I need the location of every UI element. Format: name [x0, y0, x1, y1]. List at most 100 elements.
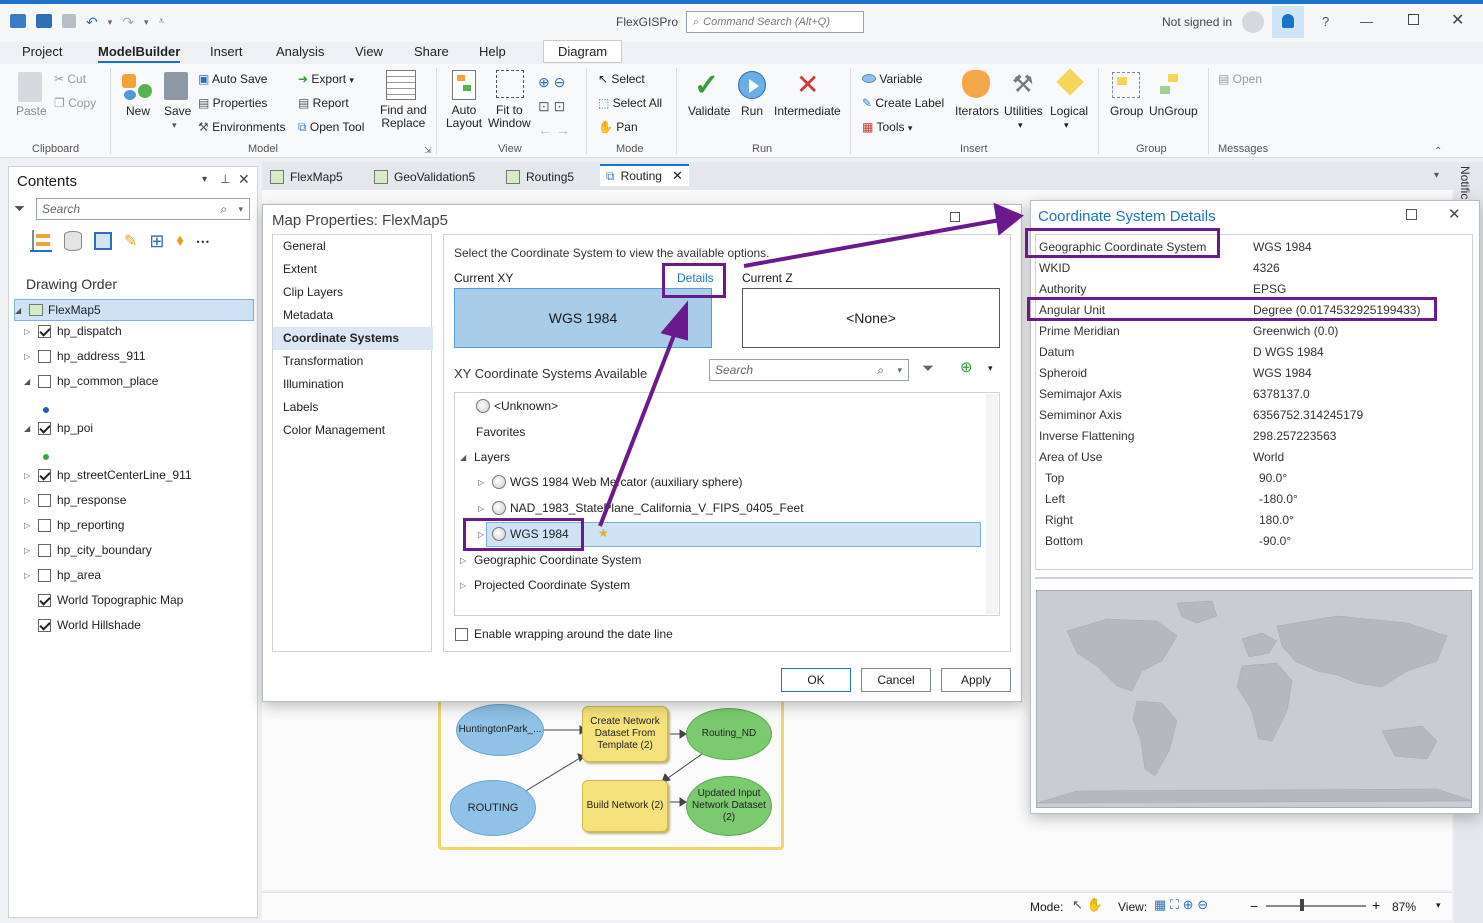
redo-icon[interactable]: ↷	[122, 14, 134, 31]
more-icon[interactable]: ⋯	[196, 233, 210, 250]
layer-row[interactable]: ▷ hp_area	[24, 568, 101, 582]
group-button[interactable]: Group	[1110, 104, 1143, 118]
close-icon[interactable]: ✕	[1448, 205, 1461, 223]
contents-search-input[interactable]: Search ⌕ ▾	[36, 198, 250, 220]
layer-row[interactable]: ▷ hp_dispatch	[24, 324, 122, 338]
chevron-down-icon[interactable]: ▾	[1436, 900, 1441, 911]
menu-project[interactable]: Project	[22, 44, 62, 59]
close-icon[interactable]: ✕	[1451, 10, 1464, 30]
nav-item[interactable]: Coordinate Systems	[273, 327, 433, 350]
menu-help[interactable]: Help	[479, 44, 506, 59]
pan-button[interactable]: ✋ Pan	[598, 120, 638, 134]
layer-row[interactable]: ▷ hp_response	[24, 493, 126, 507]
layer-visibility-checkbox[interactable]	[38, 618, 51, 632]
layer-row[interactable]: ▷ hp_reporting	[24, 518, 124, 532]
copy-button[interactable]: ❐ Copy	[54, 96, 96, 110]
label-tag-icon[interactable]: ⬧	[177, 232, 184, 250]
ungroup-button[interactable]: UnGroup	[1149, 104, 1198, 118]
validate-button[interactable]: Validate	[688, 104, 730, 118]
layer-visibility-checkbox[interactable]	[38, 493, 51, 507]
expand-toggle[interactable]: ▷	[24, 496, 34, 505]
new-project-icon[interactable]	[10, 14, 26, 28]
cs-tree-gcs[interactable]: ▷ Geographic Coordinate System	[460, 553, 641, 567]
save-icon[interactable]	[62, 14, 76, 28]
layer-visibility-checkbox[interactable]	[38, 568, 51, 582]
fit-to-window-button[interactable]: Fit to Window	[488, 104, 531, 130]
chevron-down-icon[interactable]: ▾	[202, 174, 207, 185]
model-node-updated[interactable]: Updated Input Network Dataset (2)	[686, 776, 772, 836]
wrap-dateline-checkbox[interactable]: Enable wrapping around the date line	[455, 627, 673, 641]
tab-geovalidation5[interactable]: GeoValidation5	[374, 166, 475, 188]
cancel-button[interactable]: Cancel	[861, 668, 931, 692]
database-icon[interactable]	[64, 231, 82, 251]
expand-toggle[interactable]: ▷	[24, 546, 34, 555]
layer-visibility-checkbox[interactable]	[38, 543, 51, 557]
layer-row[interactable]: ▷ hp_address_911	[24, 349, 146, 363]
avatar[interactable]	[1242, 11, 1264, 33]
model-node-build-nd[interactable]: Build Network (2)	[582, 780, 668, 832]
layer-visibility-checkbox[interactable]	[38, 421, 51, 435]
cut-button[interactable]: ✂ Cut	[54, 72, 86, 86]
nav-item[interactable]: Clip Layers	[273, 281, 433, 304]
model-node-routing-nd[interactable]: Routing_ND	[686, 708, 772, 760]
filter-icon[interactable]: ⏷	[14, 200, 25, 217]
expand-toggle[interactable]: ◢	[24, 424, 34, 433]
export-button[interactable]: ➜ Export ▾	[298, 72, 354, 86]
maximize-icon[interactable]	[1406, 209, 1417, 220]
tab-routing[interactable]: ⧉ Routing ✕	[600, 164, 689, 186]
expand-toggle[interactable]: ▷	[24, 521, 34, 530]
chevron-down-icon[interactable]: ▾	[1018, 120, 1023, 131]
layer-visibility-checkbox[interactable]	[38, 324, 51, 338]
expand-toggle[interactable]: ◢	[24, 377, 34, 386]
cs-tree-unknown[interactable]: <Unknown>	[476, 399, 558, 413]
iterators-button[interactable]: Iterators	[955, 104, 999, 118]
chevron-down-icon[interactable]: ▾	[172, 120, 177, 131]
layer-row[interactable]: ◢ hp_poi	[24, 421, 93, 435]
expand-toggle[interactable]: ▷	[24, 571, 34, 580]
expand-toggle[interactable]: ▷	[24, 352, 34, 361]
cs-tree-pcs[interactable]: ▷ Projected Coordinate System	[460, 578, 630, 592]
layer-row[interactable]: World Topographic Map	[24, 593, 183, 607]
tab-routing5[interactable]: Routing5	[506, 166, 574, 188]
layer-row[interactable]: World Hillshade	[24, 618, 141, 632]
menu-insert[interactable]: Insert	[210, 44, 243, 59]
variable-button[interactable]: Variable	[862, 72, 922, 86]
cs-tree-web-mercator[interactable]: ▷ WGS 1984 Web Mercator (auxiliary sphere…	[478, 475, 743, 489]
mode-icons[interactable]: ↖ ✋	[1072, 897, 1103, 913]
apply-button[interactable]: Apply	[941, 668, 1011, 692]
nav-item[interactable]: Metadata	[273, 304, 433, 327]
filter-icon[interactable]: ⏷	[922, 360, 934, 377]
layer-visibility-checkbox[interactable]	[38, 468, 51, 482]
favorite-star-icon[interactable]: ★	[598, 526, 609, 540]
expand-toggle[interactable]: ▷	[24, 471, 34, 480]
sign-in-status[interactable]: Not signed in	[1162, 15, 1232, 29]
map-row[interactable]: ◢ FlexMap5	[14, 299, 254, 321]
pencil-icon[interactable]: ✎	[124, 231, 137, 251]
nav-item[interactable]: Transformation	[273, 350, 433, 373]
menu-view[interactable]: View	[355, 44, 383, 59]
layer-visibility-checkbox[interactable]	[38, 593, 51, 607]
undo-icon[interactable]: ↶	[86, 14, 98, 31]
command-search-input[interactable]: ⌕ Command Search (Alt+Q)	[686, 11, 864, 33]
zoom-level[interactable]: 87%	[1392, 900, 1416, 914]
splitter[interactable]	[1035, 577, 1473, 579]
zoom-slider-thumb[interactable]	[1300, 899, 1304, 911]
nav-item[interactable]: Extent	[273, 258, 433, 281]
ok-button[interactable]: OK	[781, 668, 851, 692]
chevron-down-icon[interactable]: ▾	[1064, 120, 1069, 131]
notification-bell-icon[interactable]	[1272, 6, 1304, 38]
properties-button[interactable]: ▤ Properties	[198, 96, 267, 110]
collapse-ribbon-icon[interactable]: ⌃	[1434, 146, 1442, 157]
utilities-button[interactable]: Utilities	[1004, 104, 1043, 118]
zoom-icons[interactable]: ⊕ ⊖ ⊡ ⊡ ← →	[538, 70, 570, 142]
cs-search-input[interactable]: Search ⌕ ▾	[709, 359, 909, 381]
auto-save-button[interactable]: ▣ Auto Save	[198, 72, 267, 86]
maximize-icon[interactable]	[1408, 14, 1419, 25]
nav-item[interactable]: Labels	[273, 396, 433, 419]
select-all-button[interactable]: ⬚ Select All	[598, 96, 662, 110]
menu-modelbuilder[interactable]: ModelBuilder	[98, 44, 181, 63]
list-by-drawing-order-icon[interactable]	[30, 230, 52, 252]
logical-button[interactable]: Logical	[1050, 104, 1088, 118]
create-label-button[interactable]: ✎ Create Label	[862, 96, 944, 110]
add-globe-icon[interactable]: ⊕	[960, 358, 973, 376]
